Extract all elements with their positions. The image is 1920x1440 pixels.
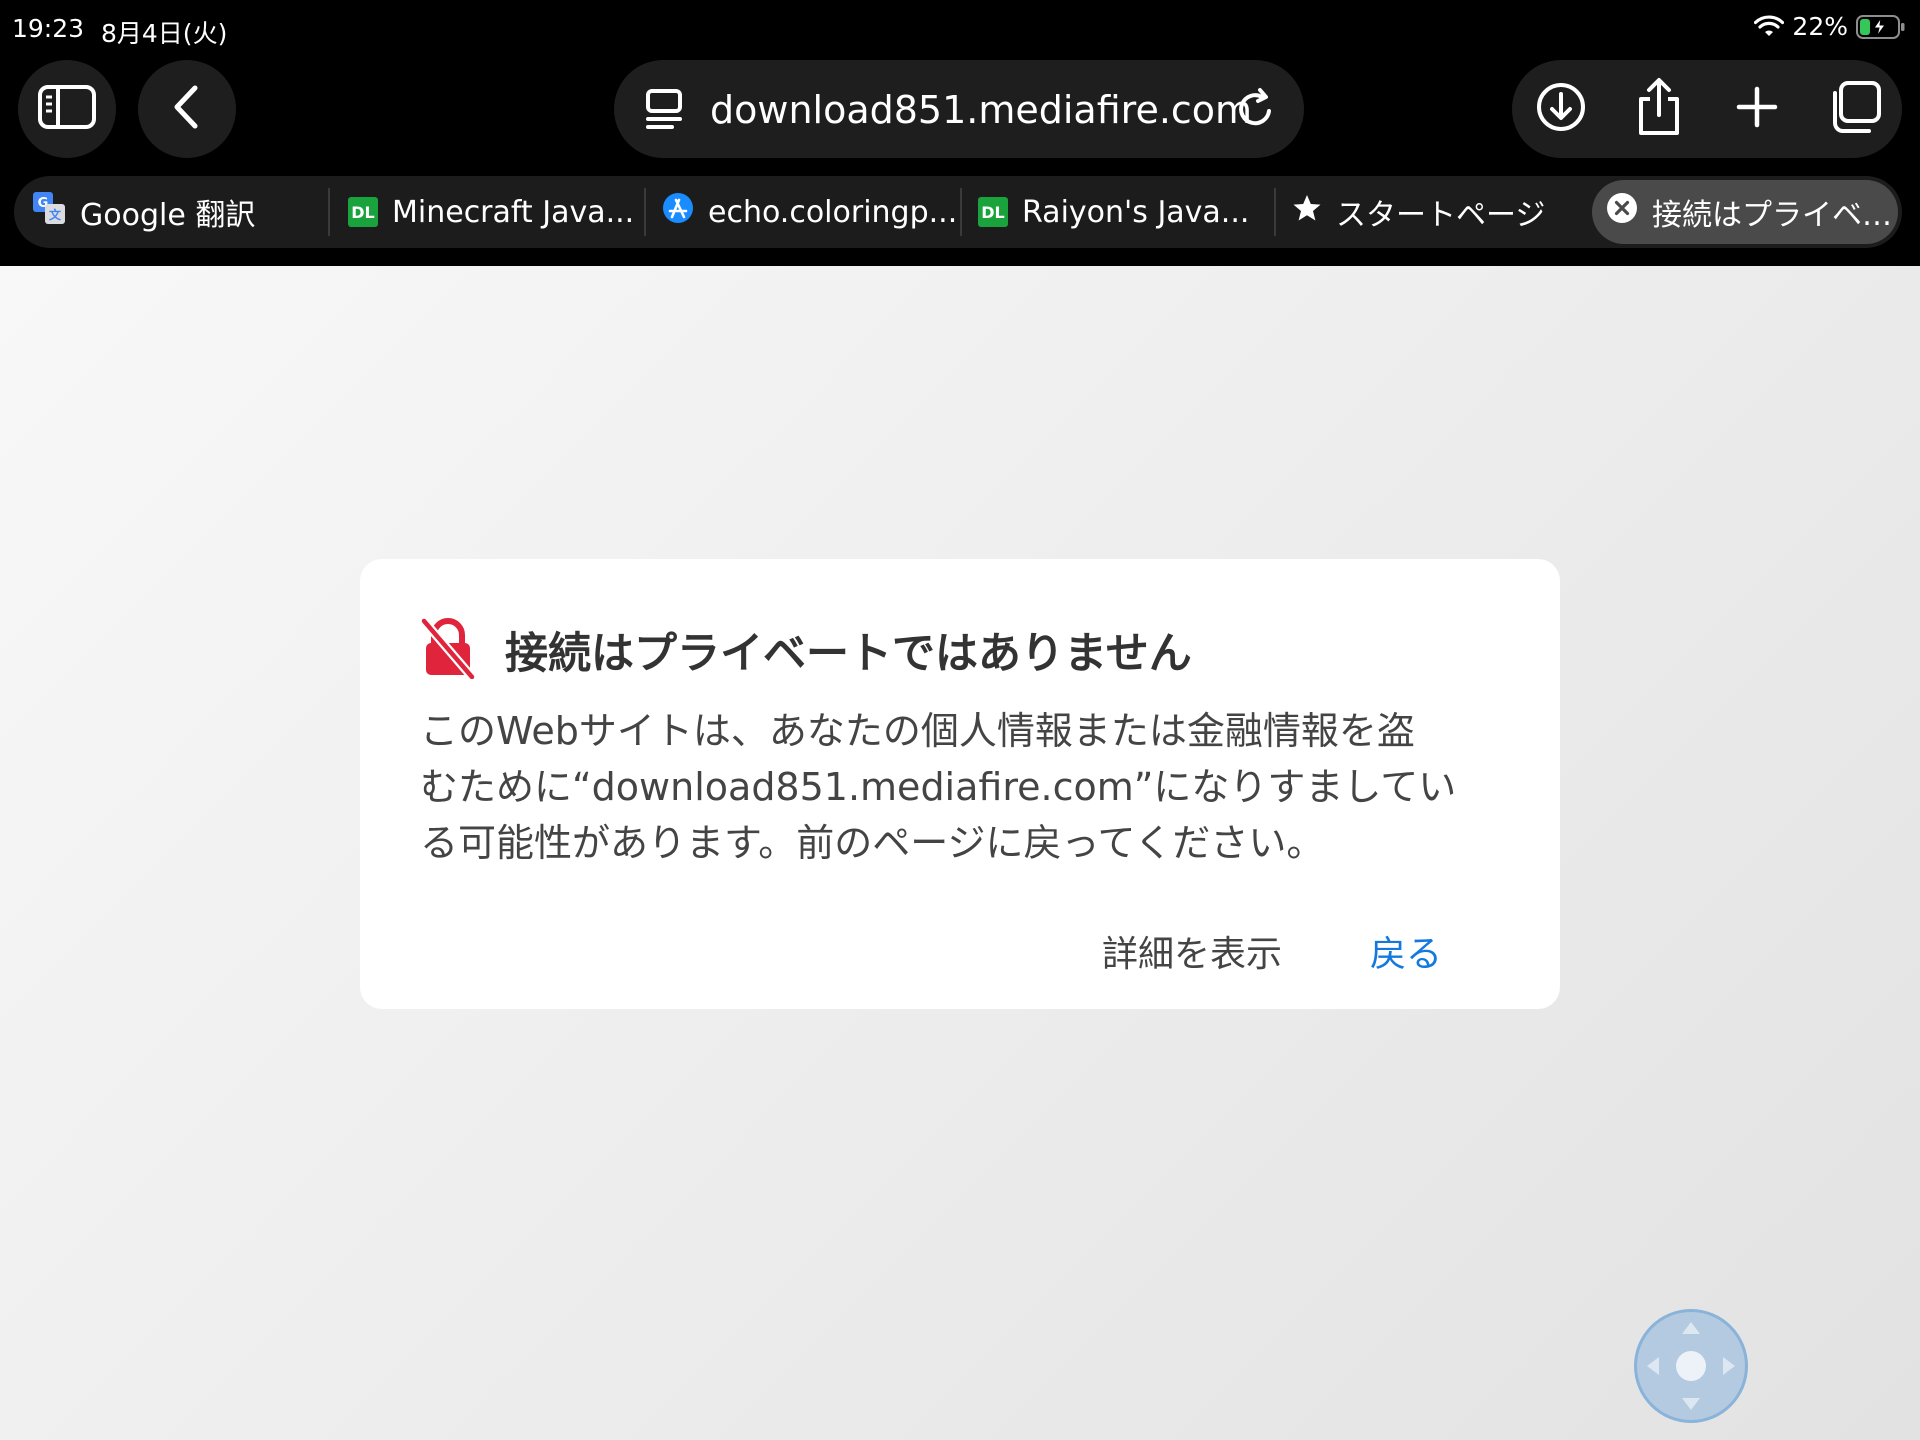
tabs-icon [1827, 79, 1883, 139]
tab-separator [328, 188, 330, 236]
page-menu-icon[interactable] [644, 87, 686, 135]
plus-icon [1733, 83, 1781, 135]
show-details-button[interactable]: 詳細を表示 [1102, 925, 1282, 977]
browser-chrome: 19:23 8月4日(火) 22% download851.mediafire.… [0, 0, 1920, 266]
share-icon [1633, 77, 1685, 141]
assistive-touch-button[interactable] [1634, 1309, 1748, 1423]
reload-icon[interactable] [1234, 87, 1278, 135]
back-button[interactable] [138, 60, 236, 158]
download-icon [1535, 81, 1587, 137]
tab-label: Raiyon's Java... [1022, 194, 1250, 230]
new-tab-button[interactable] [1708, 60, 1806, 158]
tab-not-private[interactable]: 接続はプライベ… [1592, 180, 1898, 244]
dialog-message: このWebサイトは、あなたの個人情報または金融情報を盗 むために“downloa… [420, 703, 1480, 871]
battery-icon [1856, 14, 1906, 40]
broken-lock-icon [419, 616, 477, 683]
status-time: 19:23 [12, 14, 85, 43]
tab-label: Google 翻訳 [80, 198, 256, 233]
sidebar-button[interactable] [18, 60, 116, 158]
go-back-button[interactable]: 戻る [1370, 925, 1442, 977]
dl-icon: DL [978, 197, 1008, 227]
tab-label: Minecraft Java... [392, 194, 635, 230]
tab-label: 接続はプライベ… [1652, 198, 1892, 233]
battery-percent: 22% [1792, 12, 1848, 41]
svg-text:文: 文 [49, 207, 62, 222]
tab-echo-coloring[interactable]: echo.coloringp... [662, 176, 962, 248]
tab-label: スタートページ [1336, 198, 1546, 233]
close-icon[interactable] [1606, 192, 1638, 232]
page-content: 接続はプライベートではありません このWebサイトは、あなたの個人情報または金融… [0, 266, 1920, 1440]
wifi-icon [1754, 15, 1785, 39]
dialog-title: 接続はプライベートではありません [505, 629, 1192, 679]
url-text[interactable]: download851.mediafire.com [710, 88, 1252, 132]
sidebar-icon [37, 82, 97, 136]
tab-minecraft-java[interactable]: DL Minecraft Java... [348, 176, 644, 248]
downloads-button[interactable] [1512, 60, 1610, 158]
tab-separator [1274, 188, 1276, 236]
tab-raiyons-java[interactable]: DL Raiyon's Java... [978, 176, 1274, 248]
tab-bar: G 文 Google 翻訳 DL Minecraft Java... echo.… [14, 176, 1902, 248]
tab-overview-button[interactable] [1806, 60, 1904, 158]
dialog-message-line: このWebサイトは、あなたの個人情報または金融情報を盗 [420, 709, 1415, 753]
tab-google-translate[interactable]: G 文 Google 翻訳 [32, 176, 328, 248]
status-bar: 19:23 8月4日(火) 22% [0, 0, 1920, 56]
google-translate-icon: G 文 [32, 191, 66, 233]
dialog-message-line: る可能性があります。前のページに戻ってください。 [420, 821, 1325, 865]
app-store-icon [662, 192, 694, 232]
address-bar[interactable]: download851.mediafire.com [614, 60, 1304, 158]
dl-icon: DL [348, 197, 378, 227]
tab-label: echo.coloringp... [708, 194, 958, 230]
status-indicators: 22% [1754, 12, 1906, 41]
star-icon [1292, 193, 1322, 231]
status-date: 8月4日(火) [101, 19, 228, 48]
privacy-warning-dialog: 接続はプライベートではありません このWebサイトは、あなたの個人情報または金融… [360, 559, 1560, 1009]
dialog-message-line: むために“download851.mediafire.com”になりすましてい [420, 765, 1457, 809]
tab-start-page[interactable]: スタートページ [1292, 176, 1582, 248]
share-button[interactable] [1610, 60, 1708, 158]
tab-separator [960, 188, 962, 236]
chevron-left-icon [167, 82, 207, 136]
toolbar: download851.mediafire.com [0, 60, 1920, 158]
tab-separator [644, 188, 646, 236]
action-buttons [1512, 60, 1902, 158]
